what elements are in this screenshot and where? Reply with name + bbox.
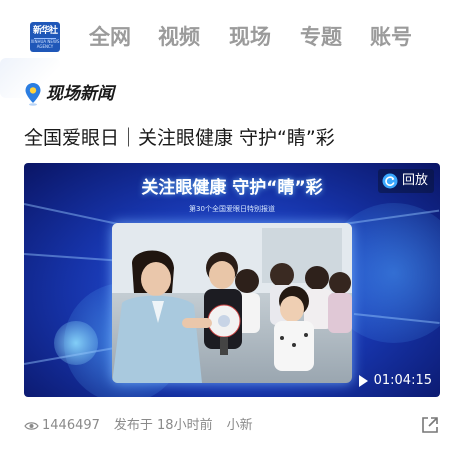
- xinhua-logo[interactable]: 新华社 XINHUA NEWS AGENCY: [30, 22, 60, 52]
- video-player[interactable]: 关注眼健康 守护“睛”彩 第30个全国爱眼日特别报道 回放 01:04:15: [24, 163, 440, 397]
- video-banner-subtitle: 第30个全国爱眼日特别报道: [189, 205, 275, 213]
- replay-badge[interactable]: 回放: [377, 169, 434, 193]
- logo-text: 新华社: [32, 26, 58, 36]
- play-icon[interactable]: [358, 375, 368, 387]
- nav-tab-topics[interactable]: 专题: [300, 23, 342, 51]
- publish-time: 发布于 18小时前: [113, 418, 213, 433]
- replay-label: 回放: [401, 173, 428, 188]
- nav-tab-accounts[interactable]: 账号: [370, 23, 412, 51]
- light-ray: [24, 253, 124, 262]
- section-title: 现场新闻: [46, 84, 114, 104]
- classroom-scene-image: [112, 223, 352, 383]
- video-duration: 01:04:15: [358, 371, 432, 391]
- video-thumbnail: [112, 223, 352, 383]
- article-meta: 1446497 发布于 18小时前 小新: [24, 416, 253, 436]
- replay-icon: [382, 173, 398, 189]
- logo-subtext: XINHUA NEWS AGENCY: [30, 39, 60, 49]
- eye-icon: [24, 422, 39, 430]
- article-headline[interactable]: 全国爱眼日｜关注眼健康 守护“睛”彩: [24, 124, 454, 152]
- duration-text: 01:04:15: [373, 373, 432, 388]
- top-nav: 新华社 XINHUA NEWS AGENCY 全网 视频 现场 专题 账号: [0, 0, 471, 72]
- nav-tab-live[interactable]: 现场: [229, 23, 271, 51]
- location-pin-icon: [25, 83, 41, 106]
- nav-tab-video[interactable]: 视频: [158, 23, 200, 51]
- share-icon[interactable]: [420, 415, 440, 435]
- nav-tab-all[interactable]: 全网: [89, 23, 131, 51]
- author-name[interactable]: 小新: [227, 416, 253, 436]
- view-count: 1446497: [42, 418, 100, 433]
